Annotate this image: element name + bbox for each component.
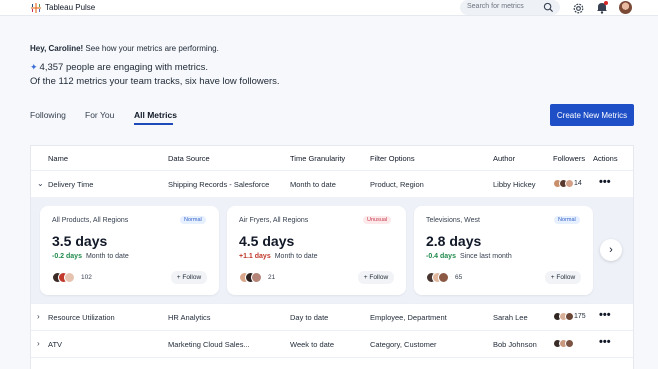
card-value: 4.5 days <box>239 233 295 249</box>
followers-count: 14 <box>574 180 582 187</box>
card-title: All Products, All Regions <box>52 217 129 224</box>
tab-for-you[interactable]: For You <box>85 110 114 120</box>
row-data-source: Shipping Records - Salesforce <box>168 180 270 189</box>
greeting: Hey, Caroline! See how your metrics are … <box>30 44 219 53</box>
avatar <box>565 179 574 188</box>
active-tab-indicator <box>134 123 173 125</box>
card-delta: +1.1 days Month to date <box>239 253 318 260</box>
gear-icon[interactable] <box>572 2 585 15</box>
follow-button[interactable]: + Follow <box>545 271 581 284</box>
top-bar: Tableau Pulse Search for metrics <box>0 0 658 16</box>
row-granularity: Month to date <box>290 180 336 189</box>
user-avatar[interactable] <box>619 1 632 14</box>
status-badge: Normal <box>554 216 580 224</box>
follow-button[interactable]: + Follow <box>358 271 394 284</box>
row-filters: Category, Customer <box>370 340 437 349</box>
follower-avatars <box>52 272 82 284</box>
divider <box>31 170 633 171</box>
search-box[interactable]: Search for metrics <box>460 0 560 15</box>
chevron-right-icon[interactable]: › <box>37 339 40 348</box>
row-filters: Product, Region <box>370 180 424 189</box>
header-filter-options[interactable]: Filter Options <box>370 154 415 163</box>
app-brand: Tableau Pulse <box>45 3 96 12</box>
row-name[interactable]: Delivery Time <box>48 180 93 189</box>
more-icon[interactable]: ••• <box>599 336 611 348</box>
chevron-right-icon: › <box>609 244 613 256</box>
row-granularity: Week to date <box>290 340 335 349</box>
search-icon[interactable] <box>543 2 554 13</box>
card-value: 3.5 days <box>52 233 108 249</box>
row-data-source: Marketing Cloud Sales... <box>168 340 250 349</box>
engagement-text: ✦ 4,357 people are engaging with metrics. <box>30 62 209 73</box>
tab-all-metrics[interactable]: All Metrics <box>134 110 177 120</box>
avatar <box>565 339 574 348</box>
tableau-logo-icon <box>31 3 41 13</box>
row-name[interactable]: ATV <box>48 340 62 349</box>
follow-button[interactable]: + Follow <box>171 271 207 284</box>
row-filters: Employee, Department <box>370 313 447 322</box>
metric-card[interactable]: Televisions, West Normal 2.8 days -0.4 d… <box>414 206 593 295</box>
metric-card[interactable]: All Products, All Regions Normal 3.5 day… <box>40 206 219 295</box>
avatar <box>565 312 574 321</box>
card-title: Televisions, West <box>426 217 480 224</box>
header-actions: Actions <box>593 154 618 163</box>
row-name[interactable]: Resource Utilization <box>48 313 115 322</box>
metric-card[interactable]: Air Fryers, All Regions Unusual 4.5 days… <box>227 206 406 295</box>
notification-dot <box>604 1 608 5</box>
sparkle-icon: ✦ <box>30 62 38 72</box>
more-icon[interactable]: ••• <box>599 309 611 321</box>
header-author[interactable]: Author <box>493 154 515 163</box>
tab-following[interactable]: Following <box>30 110 66 120</box>
row-author: Bob Johnson <box>493 340 537 349</box>
status-badge: Unusual <box>363 216 392 224</box>
row-author: Libby Hickey <box>493 180 536 189</box>
divider <box>31 357 633 358</box>
status-badge: Normal <box>180 216 206 224</box>
header-name[interactable]: Name <box>48 154 68 163</box>
follower-avatars <box>239 272 269 284</box>
followers-count: 65 <box>455 274 463 281</box>
chevron-right-icon[interactable]: › <box>37 312 40 321</box>
more-icon[interactable]: ••• <box>599 176 611 188</box>
followers-count: 21 <box>268 274 276 281</box>
follower-avatars <box>426 272 456 284</box>
next-cards-button[interactable]: › <box>600 239 622 261</box>
card-delta: -0.4 days Since last month <box>426 253 512 260</box>
create-new-metrics-button[interactable]: Create New Metrics <box>550 104 634 126</box>
header-time-granularity[interactable]: Time Granularity <box>290 154 345 163</box>
followers-count: 102 <box>81 274 92 281</box>
followers-count: 175 <box>574 313 586 320</box>
divider <box>31 330 633 331</box>
row-author: Sarah Lee <box>493 313 528 322</box>
chevron-down-icon[interactable]: ⌄ <box>37 179 44 188</box>
card-value: 2.8 days <box>426 233 482 249</box>
search-input[interactable]: Search for metrics <box>467 3 524 10</box>
summary-text: Of the 112 metrics your team tracks, six… <box>30 76 280 87</box>
card-title: Air Fryers, All Regions <box>239 217 309 224</box>
row-granularity: Day to date <box>290 313 329 322</box>
header-data-source[interactable]: Data Source <box>168 154 210 163</box>
card-delta: -0.2 days Month to date <box>52 253 129 260</box>
header-followers[interactable]: Followers <box>553 154 585 163</box>
row-data-source: HR Analytics <box>168 313 211 322</box>
divider <box>31 303 633 304</box>
